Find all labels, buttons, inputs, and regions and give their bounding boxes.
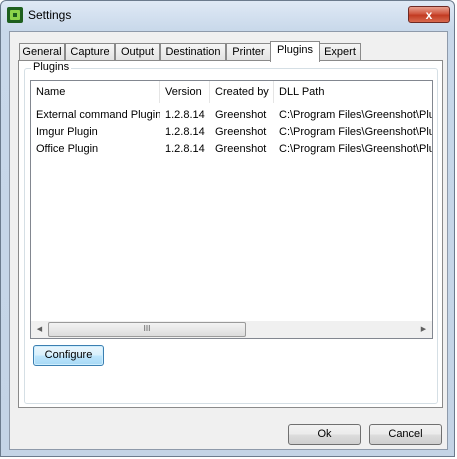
list-header: Name Version Created by DLL Path	[31, 81, 432, 103]
plugin-name: Imgur Plugin	[36, 126, 98, 138]
plugin-dll-path: C:\Program Files\Greenshot\Plugins\	[279, 143, 432, 155]
plugin-created-by: Greenshot	[215, 126, 267, 138]
column-header-dll-path[interactable]: DLL Path	[274, 81, 432, 103]
cancel-button[interactable]: Cancel	[369, 424, 442, 445]
scroll-grip: III	[143, 324, 151, 333]
plugin-dll-path: C:\Program Files\Greenshot\Plugins\	[279, 109, 432, 121]
plugin-name: Office Plugin	[36, 143, 99, 155]
plugin-dll-path: C:\Program Files\Greenshot\Plugins\	[279, 126, 432, 138]
settings-window: Settings x General Capture Output Destin…	[0, 0, 455, 457]
plugin-version: 1.2.8.14	[165, 126, 205, 138]
table-row[interactable]: Imgur Plugin 1.2.8.14 Greenshot C:\Progr…	[31, 124, 432, 141]
plugins-list[interactable]: Name Version Created by DLL Path Externa…	[30, 80, 433, 339]
close-button[interactable]: x	[408, 6, 450, 23]
horizontal-scrollbar[interactable]: ◀ III ▶	[31, 321, 432, 338]
column-header-name[interactable]: Name	[31, 81, 160, 103]
tab-output[interactable]: Output	[115, 43, 160, 61]
tab-destination[interactable]: Destination	[160, 43, 226, 61]
scroll-right-arrow-icon[interactable]: ▶	[415, 321, 432, 338]
plugins-group-label: Plugins	[31, 61, 72, 73]
table-row[interactable]: External command Plugin 1.2.8.14 Greensh…	[31, 107, 432, 124]
dialog-body: General Capture Output Destination Print…	[9, 31, 448, 450]
plugins-groupbox: Plugins Name Version Created by DLL Path…	[24, 61, 438, 404]
plugin-version: 1.2.8.14	[165, 143, 205, 155]
greenshot-app-icon	[7, 7, 23, 23]
plugin-created-by: Greenshot	[215, 143, 267, 155]
tab-plugins[interactable]: Plugins	[270, 41, 320, 62]
column-header-created-by[interactable]: Created by	[210, 81, 274, 103]
column-header-version[interactable]: Version	[160, 81, 210, 103]
tab-capture[interactable]: Capture	[65, 43, 115, 61]
window-title: Settings	[28, 8, 72, 22]
plugins-tab-panel: Plugins Name Version Created by DLL Path…	[18, 60, 443, 408]
plugin-created-by: Greenshot	[215, 109, 267, 121]
title-bar[interactable]: Settings x	[1, 1, 456, 29]
ok-button[interactable]: Ok	[288, 424, 361, 445]
tab-general[interactable]: General	[19, 43, 65, 61]
plugin-name: External command Plugin	[36, 109, 160, 121]
scroll-left-arrow-icon[interactable]: ◀	[31, 321, 48, 338]
tab-expert[interactable]: Expert	[319, 43, 361, 61]
table-row[interactable]: Office Plugin 1.2.8.14 Greenshot C:\Prog…	[31, 141, 432, 158]
configure-button[interactable]: Configure	[33, 345, 104, 366]
plugin-version: 1.2.8.14	[165, 109, 205, 121]
scroll-thumb[interactable]: III	[48, 322, 246, 337]
tab-printer[interactable]: Printer	[226, 43, 271, 61]
